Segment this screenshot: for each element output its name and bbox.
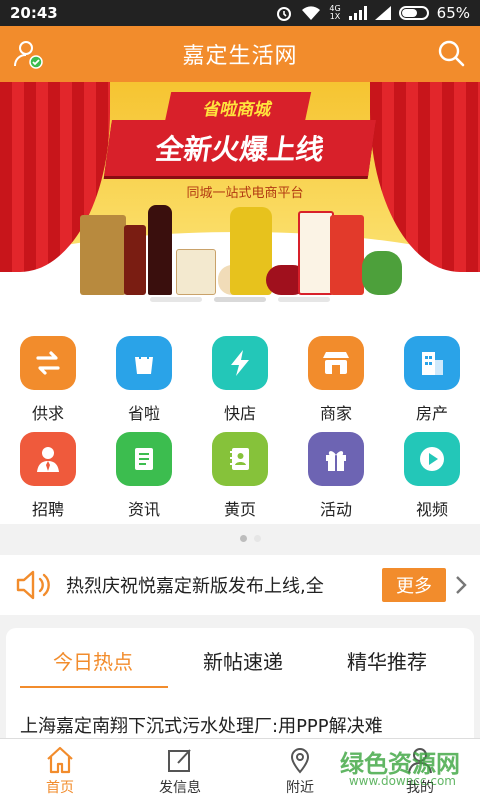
grid-label: 资讯 (127, 500, 160, 519)
grid-pager-dot[interactable] (254, 535, 261, 542)
page-title: 嘉定生活网 (182, 44, 298, 69)
chevron-right-icon[interactable] (454, 574, 468, 596)
snack-box-image (176, 249, 216, 295)
nav-post[interactable]: 发信息 (120, 739, 240, 800)
grid-item-jobs[interactable]: 招聘 (0, 420, 96, 520)
signal-bars-icon (348, 6, 367, 20)
grid-label: 视频 (415, 500, 448, 519)
swap-arrows-icon (20, 336, 76, 390)
more-button[interactable]: 更多 (382, 568, 446, 602)
grid-item-events[interactable]: 活动 (288, 420, 384, 520)
app-header: 嘉定生活网 (0, 26, 480, 82)
grid-item-yellow-pages[interactable]: 黄页 (192, 420, 288, 520)
banner-headline-text: 全新火爆上线 (153, 133, 327, 166)
user-check-icon[interactable] (12, 38, 44, 70)
grid-item-video[interactable]: 视频 (384, 420, 480, 520)
nav-label: 发信息 (159, 780, 201, 796)
feed-card: 今日热点 新帖速递 精华推荐 上海嘉定南翔下沉式污水处理厂:用PPP解决难 (6, 628, 474, 748)
banner-headline: 全新火爆上线 (104, 120, 376, 176)
grid-item-quick-store[interactable]: 快店 (192, 324, 288, 424)
status-time: 20:43 (10, 4, 58, 22)
tab-new-posts[interactable]: 新帖速递 (168, 646, 318, 675)
search-icon[interactable] (436, 38, 466, 68)
location-pin-icon (285, 745, 315, 775)
wifi-icon (301, 5, 321, 21)
document-icon (116, 432, 172, 486)
tab-featured[interactable]: 精华推荐 (312, 646, 462, 675)
nav-nearby[interactable]: 附近 (240, 739, 360, 800)
notice-bar[interactable]: 热烈庆祝悦嘉定新版发布上线,全 更多 (0, 555, 480, 615)
speaker-icon (14, 568, 54, 602)
nav-label: 首页 (46, 780, 74, 796)
banner-pager-dot[interactable] (150, 297, 202, 302)
grid-pager-dot-active[interactable] (240, 535, 247, 542)
grid-label: 活动 (319, 500, 352, 519)
bottom-nav: 首页 发信息 附近 我的 (0, 738, 480, 800)
building-icon (404, 336, 460, 390)
nav-me[interactable]: 我的 (360, 739, 480, 800)
promo-banner[interactable]: 省啦商城 全新火爆上线 同城一站式电商平台 (0, 82, 480, 312)
more-button-label: 更多 (396, 576, 432, 597)
status-bar: 20:43 4G 1X 65% (0, 0, 480, 26)
banner-subtitle: 同城一站式电商平台 (186, 186, 304, 201)
person-tie-icon (20, 432, 76, 486)
gift-icon (308, 432, 364, 486)
notice-text: 热烈庆祝悦嘉定新版发布上线,全 (66, 576, 324, 597)
category-grid: 供求 省啦 快店 商家 房产 招聘 资讯 黄页 活动 视频 (0, 312, 480, 524)
grid-item-news[interactable]: 资讯 (96, 420, 192, 520)
tab-today-hot[interactable]: 今日热点 (18, 646, 168, 675)
nav-home[interactable]: 首页 (0, 739, 120, 800)
banner-pager (0, 297, 480, 305)
battery-fill (401, 9, 418, 17)
liquor-bottle-image (124, 225, 146, 295)
banner-tag: 省啦商城 (164, 92, 312, 122)
rice-bag-2-image (330, 215, 364, 295)
feed-tabs: 今日热点 新帖速递 精华推荐 (6, 628, 474, 690)
nav-label: 附近 (286, 780, 314, 796)
wine-bottle-image (148, 205, 172, 295)
active-tab-indicator (20, 686, 168, 688)
home-icon (45, 745, 75, 775)
shopping-bag-icon (116, 336, 172, 390)
banner-products (80, 200, 402, 295)
battery-percent: 65% (436, 4, 470, 22)
grid-pager (0, 535, 480, 545)
address-book-icon (212, 432, 268, 486)
signal-bars-2-icon (374, 6, 391, 20)
grid-label: 招聘 (31, 500, 64, 519)
grid-item-merchant[interactable]: 商家 (288, 324, 384, 424)
liquor-box-image (80, 215, 126, 295)
grid-label: 黄页 (223, 500, 256, 519)
profile-icon (405, 745, 435, 775)
grid-item-supply[interactable]: 供求 (0, 324, 96, 424)
network-sub-label: 1X (329, 12, 341, 21)
banner-pager-dot-active[interactable] (214, 297, 266, 302)
storefront-icon (308, 336, 364, 390)
grid-item-real-estate[interactable]: 房产 (384, 324, 480, 424)
alarm-icon (275, 4, 293, 22)
banner-pager-dot[interactable] (278, 297, 330, 302)
nav-label: 我的 (406, 780, 434, 796)
edit-icon (165, 745, 195, 775)
rice-bag-image (298, 211, 334, 295)
play-icon (404, 432, 460, 486)
vegetables-image (362, 251, 402, 295)
feed-headline[interactable]: 上海嘉定南翔下沉式污水处理厂:用PPP解决难 (20, 712, 470, 738)
battery-icon (398, 6, 429, 20)
banner-tag-text: 省啦商城 (201, 99, 274, 120)
lightning-icon (212, 336, 268, 390)
grid-item-shengla[interactable]: 省啦 (96, 324, 192, 424)
signal-4g-icon: 4G 1X (329, 5, 340, 21)
